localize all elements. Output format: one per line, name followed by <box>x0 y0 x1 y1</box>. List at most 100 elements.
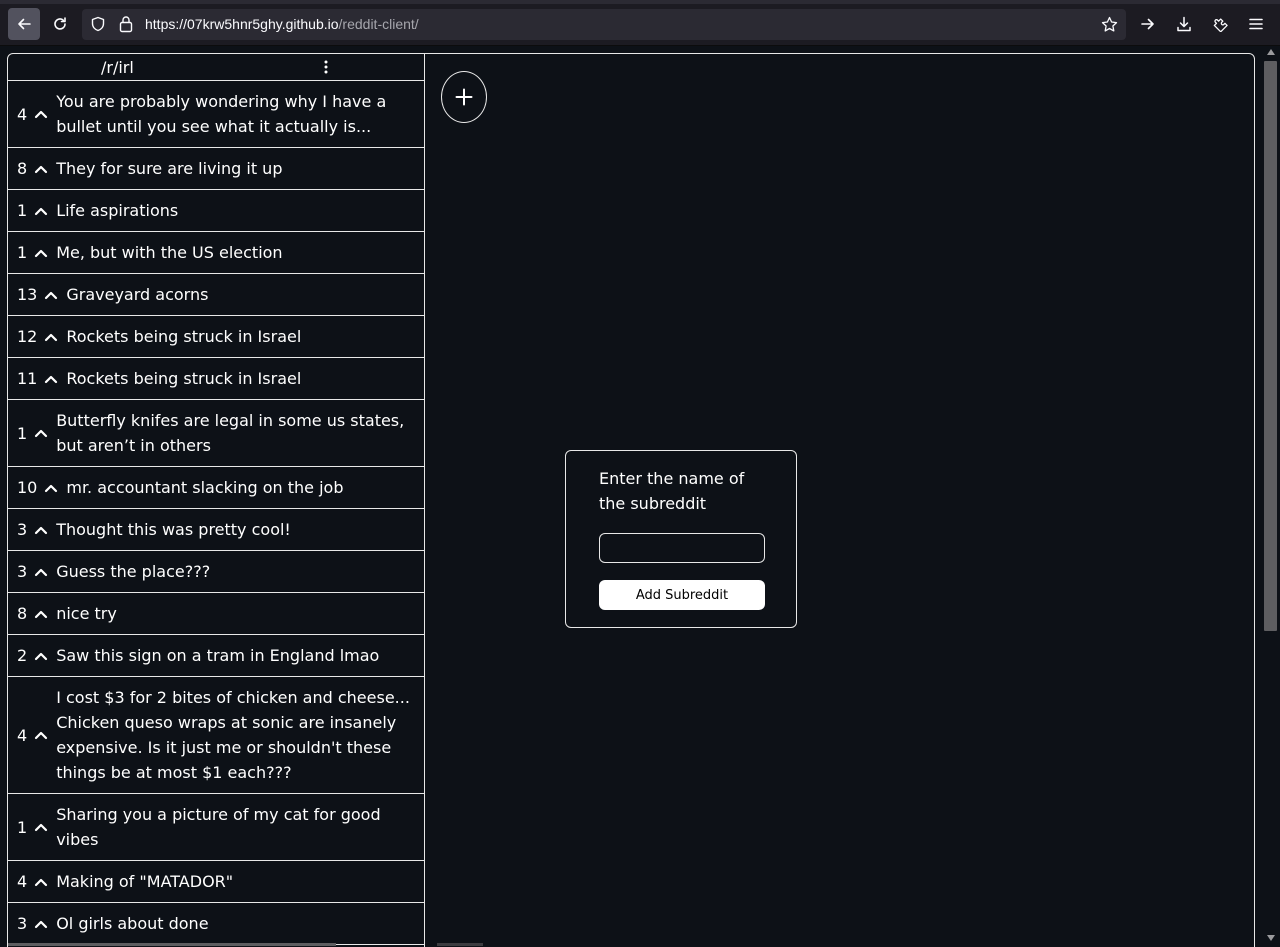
post-score: 3 <box>17 520 28 539</box>
main-horizontal-scrollbar[interactable] <box>437 943 483 946</box>
upvote-chevron-icon[interactable] <box>34 651 48 661</box>
add-column-button[interactable] <box>441 71 487 123</box>
scroll-down-arrow-icon[interactable] <box>1267 935 1275 941</box>
post-title[interactable]: Life aspirations <box>56 198 178 223</box>
post-score: 1 <box>17 423 28 443</box>
post-row[interactable]: 8 They for sure are living it up <box>8 148 424 190</box>
post-row[interactable]: 1 Life aspirations <box>8 190 424 232</box>
post-row[interactable]: 1 Sharing you a picture of my cat for goo… <box>8 794 424 861</box>
post-score: 1 <box>17 817 28 837</box>
url-host: https://07krw5hnr5ghy.github.io <box>145 16 339 32</box>
page-content: /r/irl 4 You are probably wondering why I… <box>0 47 1280 947</box>
upvote-chevron-icon[interactable] <box>34 525 48 535</box>
post-row[interactable]: 3 Guess the place??? <box>8 551 424 593</box>
post-title[interactable]: Graveyard acorns <box>66 282 208 307</box>
forward-button[interactable] <box>1133 9 1163 39</box>
post-title[interactable]: Rockets being struck in Israel <box>66 366 301 391</box>
post-score: 4 <box>17 872 28 891</box>
post-row[interactable]: 13 Graveyard acorns <box>8 274 424 316</box>
post-title[interactable]: Saw this sign on a tram in England lmao <box>56 643 379 668</box>
upvote-chevron-icon[interactable] <box>34 609 48 619</box>
add-subreddit-button[interactable]: Add Subreddit <box>599 580 765 610</box>
upvote-chevron-icon[interactable] <box>44 483 58 493</box>
post-score: 11 <box>17 369 38 388</box>
upvote-chevron-icon[interactable] <box>34 730 48 740</box>
column-horizontal-scrollbar[interactable] <box>8 943 336 946</box>
bookmark-star-icon[interactable] <box>1101 16 1118 33</box>
post-row[interactable]: 3 Thought this was pretty cool! <box>8 509 424 551</box>
back-button[interactable] <box>8 8 40 40</box>
post-score: 10 <box>17 478 38 497</box>
post-title[interactable]: nice try <box>56 601 117 626</box>
scrollbar-thumb[interactable] <box>1264 61 1277 631</box>
upvote-chevron-icon[interactable] <box>34 877 48 887</box>
post-row[interactable]: 4 I cost $3 for 2 bites of chicken and ch… <box>8 677 424 794</box>
post-score: 1 <box>17 201 28 220</box>
post-title[interactable]: Rockets being struck in Israel <box>66 324 301 349</box>
post-score: 4 <box>17 104 28 124</box>
post-title[interactable]: Ol girls about done <box>56 911 208 936</box>
post-title[interactable]: They for sure are living it up <box>56 156 282 181</box>
add-subreddit-dialog: Enter the name of the subreddit Add Subr… <box>565 450 797 628</box>
extensions-button[interactable] <box>1205 9 1235 39</box>
post-score: 2 <box>17 646 28 665</box>
subreddit-name-input[interactable] <box>599 533 765 563</box>
post-row[interactable]: 4 Making of "MATADOR" <box>8 861 424 903</box>
upvote-chevron-icon[interactable] <box>44 374 58 384</box>
subreddit-column: /r/irl 4 You are probably wondering why I… <box>8 54 425 947</box>
app-menu-button[interactable] <box>1241 9 1271 39</box>
reload-button[interactable] <box>45 9 75 39</box>
scroll-up-arrow-icon[interactable] <box>1267 49 1275 55</box>
post-title[interactable]: Making of "MATADOR" <box>56 869 233 894</box>
vertical-scrollbar[interactable] <box>1262 47 1280 947</box>
dialog-prompt: Enter the name of the subreddit <box>599 469 745 513</box>
upvote-chevron-icon[interactable] <box>44 290 58 300</box>
tab-strip-edge <box>0 0 1280 4</box>
post-score: 4 <box>17 725 28 745</box>
post-score: 8 <box>17 159 28 178</box>
column-title: /r/irl <box>101 58 134 77</box>
upvote-chevron-icon[interactable] <box>34 428 48 438</box>
post-title[interactable]: Butterfly knifes are legal in some us st… <box>56 408 424 458</box>
url-bar[interactable]: https://07krw5hnr5ghy.github.io/reddit-c… <box>82 9 1126 40</box>
puzzle-icon <box>1213 18 1228 32</box>
post-row[interactable]: 2 Saw this sign on a tram in England lmao <box>8 635 424 677</box>
post-title[interactable]: mr. accountant slacking on the job <box>66 475 343 500</box>
post-row[interactable]: 10 mr. accountant slacking on the job <box>8 467 424 509</box>
post-score: 1 <box>17 243 28 262</box>
post-row[interactable]: 1 Me, but with the US election <box>8 232 424 274</box>
upvote-chevron-icon[interactable] <box>34 206 48 216</box>
post-title[interactable]: I cost $3 for 2 bites of chicken and che… <box>56 685 424 785</box>
post-row[interactable]: 11 Rockets being struck in Israel <box>8 358 424 400</box>
upvote-chevron-icon[interactable] <box>34 919 48 929</box>
browser-toolbar: https://07krw5hnr5ghy.github.io/reddit-c… <box>0 0 1280 46</box>
post-title[interactable]: Thought this was pretty cool! <box>56 517 291 542</box>
download-icon <box>1177 16 1191 32</box>
post-list: 4 You are probably wondering why I have a… <box>8 81 424 947</box>
post-row[interactable]: 1 Butterfly knifes are legal in some us s… <box>8 400 424 467</box>
reload-icon <box>54 17 66 30</box>
post-score: 3 <box>17 562 28 581</box>
upvote-chevron-icon[interactable] <box>34 822 48 832</box>
upvote-chevron-icon[interactable] <box>34 164 48 174</box>
upvote-chevron-icon[interactable] <box>34 248 48 258</box>
post-row[interactable]: 12 Rockets being struck in Israel <box>8 316 424 358</box>
hamburger-menu-icon <box>1249 18 1263 30</box>
upvote-chevron-icon[interactable] <box>34 567 48 577</box>
url-text[interactable]: https://07krw5hnr5ghy.github.io/reddit-c… <box>145 16 419 32</box>
upvote-chevron-icon[interactable] <box>34 109 48 119</box>
post-title[interactable]: You are probably wondering why I have a … <box>56 89 424 139</box>
downloads-button[interactable] <box>1169 9 1199 39</box>
post-row[interactable]: 3 Ol girls about done <box>8 903 424 945</box>
post-title[interactable]: Guess the place??? <box>56 559 210 584</box>
more-options-icon[interactable] <box>318 59 334 75</box>
post-row[interactable]: 4 You are probably wondering why I have a… <box>8 81 424 148</box>
arrow-right-icon <box>1141 18 1154 30</box>
lock-icon[interactable] <box>118 15 134 33</box>
post-title[interactable]: Sharing you a picture of my cat for good… <box>56 802 424 852</box>
url-path: /reddit-client/ <box>338 16 419 32</box>
post-row[interactable]: 8 nice try <box>8 593 424 635</box>
shield-icon[interactable] <box>90 16 106 32</box>
upvote-chevron-icon[interactable] <box>44 332 58 342</box>
post-title[interactable]: Me, but with the US election <box>56 240 282 265</box>
